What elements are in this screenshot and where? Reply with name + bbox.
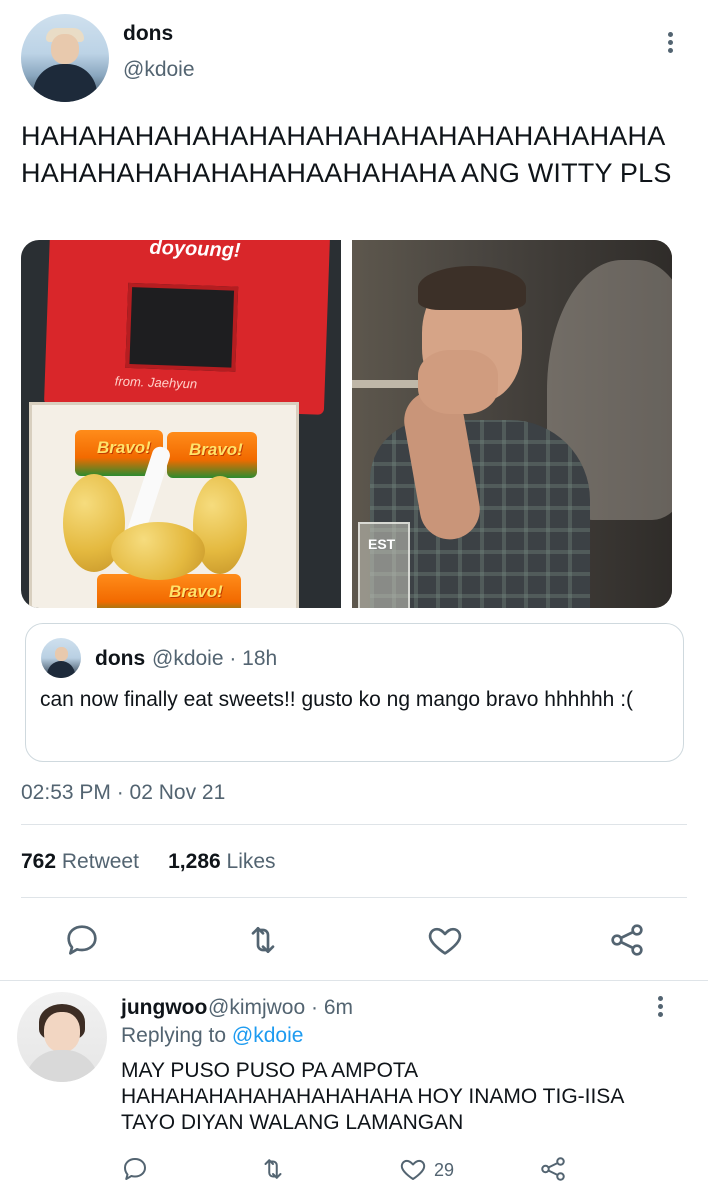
divider <box>21 824 687 825</box>
mango <box>111 522 205 580</box>
snack-pack: Bravo! <box>167 432 257 478</box>
avatar-body <box>47 661 75 678</box>
reply-text: MAY PUSO PUSO PA AMPOTA HAHAHAHAHAHAHAHA… <box>121 1059 624 1134</box>
quoted-author-avatar[interactable] <box>41 638 81 678</box>
more-icon[interactable] <box>661 30 681 56</box>
like-count[interactable]: 1,286 <box>168 850 221 873</box>
share-icon[interactable] <box>607 920 647 960</box>
quoted-author-name[interactable]: dons <box>95 647 145 671</box>
avatar-body <box>25 1050 99 1082</box>
reply-author-avatar[interactable] <box>17 992 107 1082</box>
tweet-image-right[interactable]: EST <box>352 240 672 608</box>
like-icon[interactable] <box>425 920 465 960</box>
author-avatar[interactable] <box>21 14 109 102</box>
avatar-face <box>44 1012 80 1052</box>
reply-author-handle[interactable]: @kimjwoo · 6m <box>208 996 353 1020</box>
bag-text: doyoung! <box>149 240 241 262</box>
tweet-timestamp[interactable]: 02:53 PM · 02 Nov 21 <box>21 781 225 805</box>
tweet-text: HAHAHAHAHAHAHAHAHAHAHAHAHAHAHAHAHA HAHAH… <box>21 121 672 188</box>
reply-icon[interactable] <box>120 1154 150 1184</box>
snack-label: Bravo! <box>189 440 243 459</box>
tweet-image-left[interactable]: doyoung! from. Jaehyun Bravo! Bravo! Bra… <box>21 240 341 608</box>
divider <box>0 980 708 981</box>
retweet-icon[interactable] <box>243 920 283 960</box>
man-hand <box>418 350 498 414</box>
beer-glass: EST <box>358 522 410 608</box>
like-icon[interactable] <box>398 1154 428 1184</box>
divider <box>21 897 687 898</box>
avatar-face <box>51 34 79 64</box>
author-name[interactable]: dons <box>123 22 173 46</box>
tweet-stats: 762 Retweet 1,286 Likes <box>21 850 276 874</box>
more-icon[interactable] <box>651 994 671 1020</box>
avatar-body <box>33 64 97 102</box>
glass-label: EST <box>368 536 396 552</box>
reply-icon[interactable] <box>62 920 102 960</box>
replying-prefix: Replying to <box>121 1024 227 1047</box>
quoted-tweet-text: can now finally eat sweets!! gusto ko ng… <box>40 688 634 711</box>
snack-label: Bravo! <box>169 582 223 601</box>
share-icon[interactable] <box>538 1154 568 1184</box>
retweet-icon[interactable] <box>258 1154 288 1184</box>
like-label[interactable]: Likes <box>227 850 276 873</box>
man-hair <box>418 266 526 310</box>
quoted-author-handle[interactable]: @kdoie · 18h <box>152 647 277 671</box>
bag-from-text: from. Jaehyun <box>114 373 198 392</box>
avatar-face <box>55 647 68 661</box>
replying-to: Replying to @kdoie <box>121 1024 303 1048</box>
reply-like-count: 29 <box>434 1160 455 1180</box>
retweet-label[interactable]: Retweet <box>62 850 139 873</box>
retweet-count[interactable]: 762 <box>21 850 56 873</box>
reply-author-name[interactable]: jungwoo <box>121 996 207 1020</box>
replying-to-handle[interactable]: @kdoie <box>232 1024 304 1047</box>
gift-bag: doyoung! from. Jaehyun <box>43 240 331 415</box>
bag-window <box>125 282 239 372</box>
snack-label: Bravo! <box>97 438 151 457</box>
author-handle[interactable]: @kdoie <box>123 58 195 82</box>
